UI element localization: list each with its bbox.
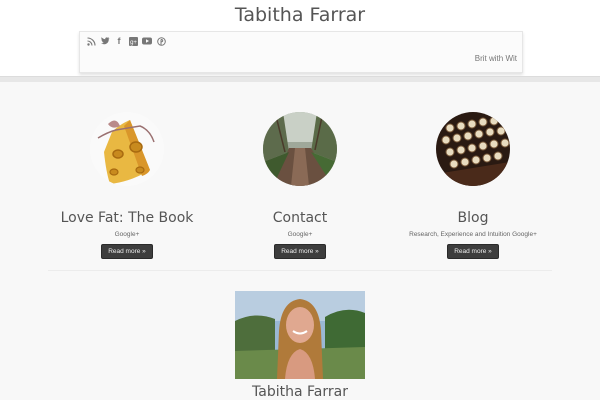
- svg-text:g+: g+: [130, 40, 137, 46]
- rss-icon[interactable]: [86, 35, 96, 47]
- profile-photo[interactable]: [235, 291, 365, 379]
- cheese-image[interactable]: [90, 112, 164, 186]
- read-more-button[interactable]: Read more »: [101, 244, 153, 259]
- feature-title[interactable]: Contact: [220, 210, 380, 226]
- google-plus-icon[interactable]: g+: [128, 35, 138, 47]
- profile-name[interactable]: Tabitha Farrar: [0, 384, 600, 400]
- twitter-icon[interactable]: [100, 35, 110, 47]
- feature-blog: Blog Research, Experience and Intuition …: [393, 112, 553, 259]
- typewriter-image[interactable]: [436, 112, 510, 186]
- feature-love-fat: Love Fat: The Book Google+ Read more »: [47, 112, 207, 259]
- feature-description[interactable]: Google+: [220, 231, 380, 240]
- feature-contact: Contact Google+ Read more »: [220, 112, 380, 259]
- nav-bar: f g+ Brit with Wit: [79, 31, 523, 73]
- social-links: f g+: [86, 35, 166, 47]
- feature-title[interactable]: Love Fat: The Book: [47, 210, 207, 226]
- pinterest-icon[interactable]: [156, 35, 166, 47]
- youtube-icon[interactable]: [142, 35, 152, 47]
- section-divider: [48, 270, 552, 271]
- feature-description[interactable]: Research, Experience and Intuition Googl…: [393, 231, 553, 240]
- site-tagline: Brit with Wit: [474, 54, 517, 63]
- read-more-button[interactable]: Read more »: [274, 244, 326, 259]
- facebook-icon[interactable]: f: [114, 35, 124, 47]
- header-divider: [0, 76, 600, 82]
- read-more-button[interactable]: Read more »: [447, 244, 499, 259]
- feature-description[interactable]: Google+: [47, 231, 207, 240]
- feature-title[interactable]: Blog: [393, 210, 553, 226]
- forest-path-image[interactable]: [263, 112, 337, 186]
- site-title[interactable]: Tabitha Farrar: [0, 4, 600, 26]
- site-header: Tabitha Farrar f g+ Brit with Wit: [0, 0, 600, 76]
